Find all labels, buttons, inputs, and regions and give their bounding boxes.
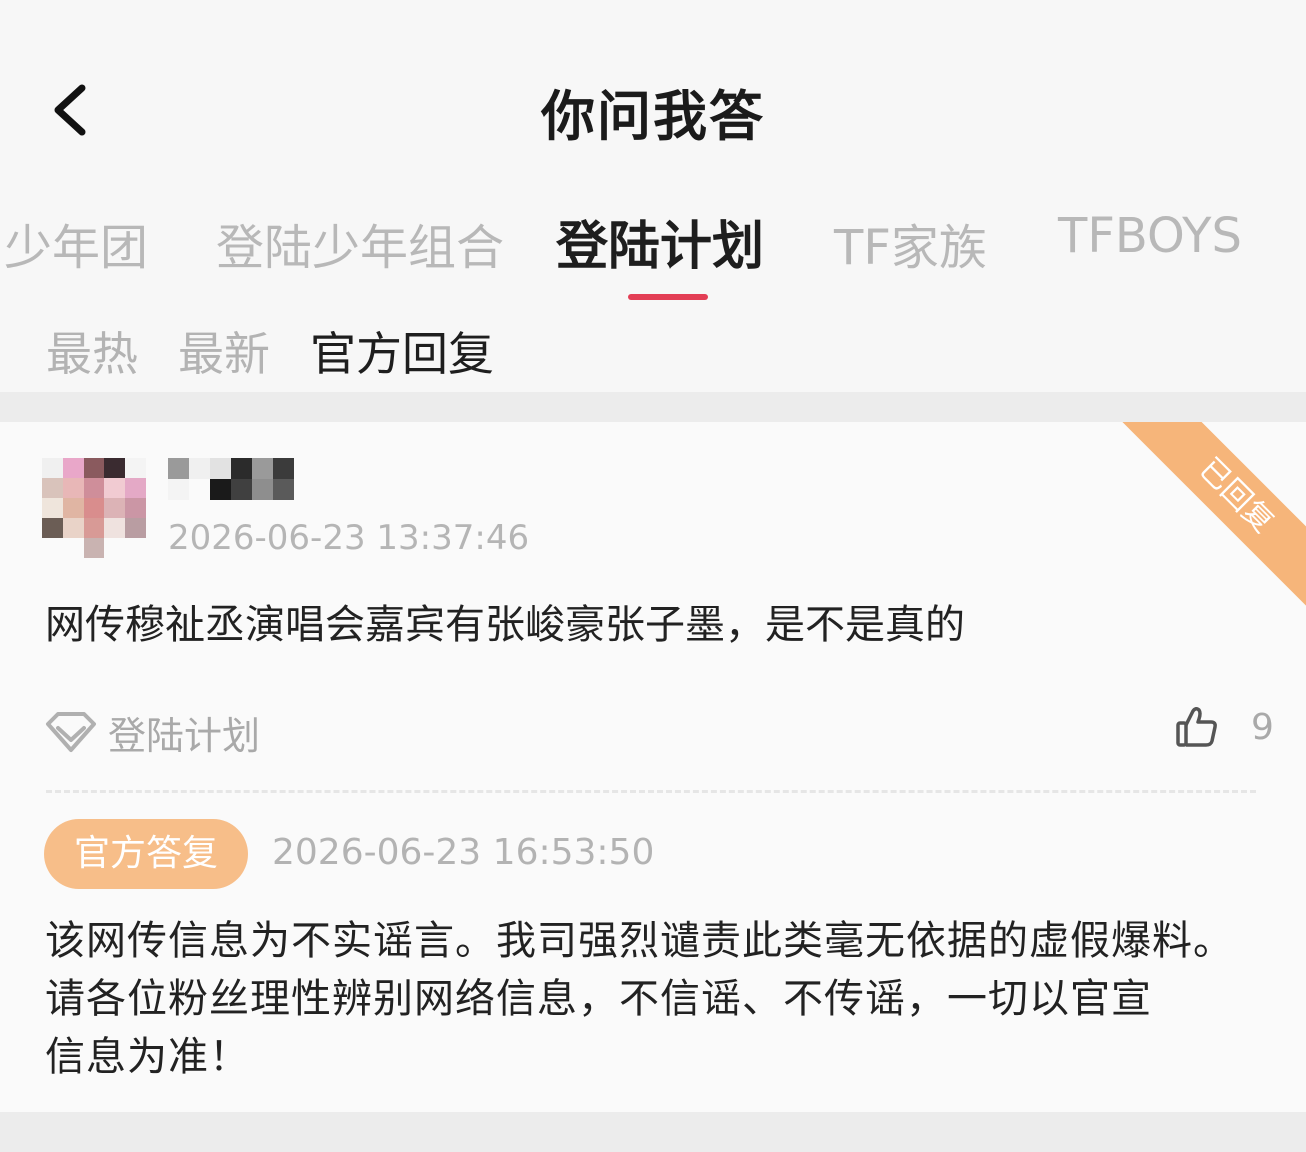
- thumbs-up-icon: [1176, 706, 1217, 747]
- dashed-separator: [46, 790, 1256, 793]
- question-timestamp: 2026-06-23 13:37:46: [168, 518, 530, 558]
- sort-hottest[interactable]: 最热: [46, 318, 138, 384]
- official-reply-badge: 官方答复: [44, 819, 248, 889]
- tab-denglu-shaonian-zuhe[interactable]: 登陆少年组合: [216, 208, 504, 278]
- like-count: 9: [1251, 706, 1274, 748]
- tab-shaoniantuan[interactable]: 少年团: [4, 208, 148, 278]
- tab-tfboys[interactable]: TFBOYS: [1058, 208, 1242, 264]
- answer-timestamp: 2026-06-23 16:53:50: [272, 832, 655, 873]
- sort-newest[interactable]: 最新: [178, 318, 270, 384]
- sort-official-reply[interactable]: 官方回复: [310, 318, 494, 384]
- topic-label: 登陆计划: [108, 713, 261, 758]
- top-bar: 你问我答 少年团 登陆少年组合 登陆计划 TF家族 TFBOYS 最热 最新 官…: [0, 0, 1306, 392]
- answer-line: 信息为准！: [45, 1034, 250, 1080]
- section-divider: [0, 392, 1306, 422]
- answer-text: 该网传信息为不实谣言。我司强烈谴责此类毫无依据的虚假爆料。 请各位粉丝理性辨别网…: [45, 912, 1275, 1086]
- answer-line: 请各位粉丝理性辨别网络信息，不信谣、不传谣，一切以官宣: [45, 976, 1152, 1022]
- answer-line: 该网传信息为不实谣言。我司强烈谴责此类毫无依据的虚假爆料。: [45, 918, 1234, 964]
- tab-tf-jiazu[interactable]: TF家族: [834, 208, 987, 278]
- page-title: 你问我答: [541, 85, 765, 148]
- qa-card[interactable]: 已回复 2026-06-23 13:37:46 网传穆祉丞演唱会嘉宾有张峻豪张子…: [0, 422, 1306, 1112]
- active-tab-indicator: [628, 294, 708, 300]
- topic-diamond-icon: [46, 712, 96, 752]
- username-pixelated: [168, 458, 294, 500]
- topic-tag[interactable]: 登陆计划: [44, 707, 261, 758]
- replied-ribbon: 已回复: [1110, 422, 1306, 622]
- tab-denglu-jihua[interactable]: 登陆计划: [556, 204, 764, 279]
- question-text: 网传穆祉丞演唱会嘉宾有张峻豪张子墨，是不是真的: [45, 602, 965, 648]
- avatar: [42, 458, 146, 558]
- like-button[interactable]: 9: [1175, 702, 1274, 752]
- bottom-divider: [0, 1112, 1306, 1152]
